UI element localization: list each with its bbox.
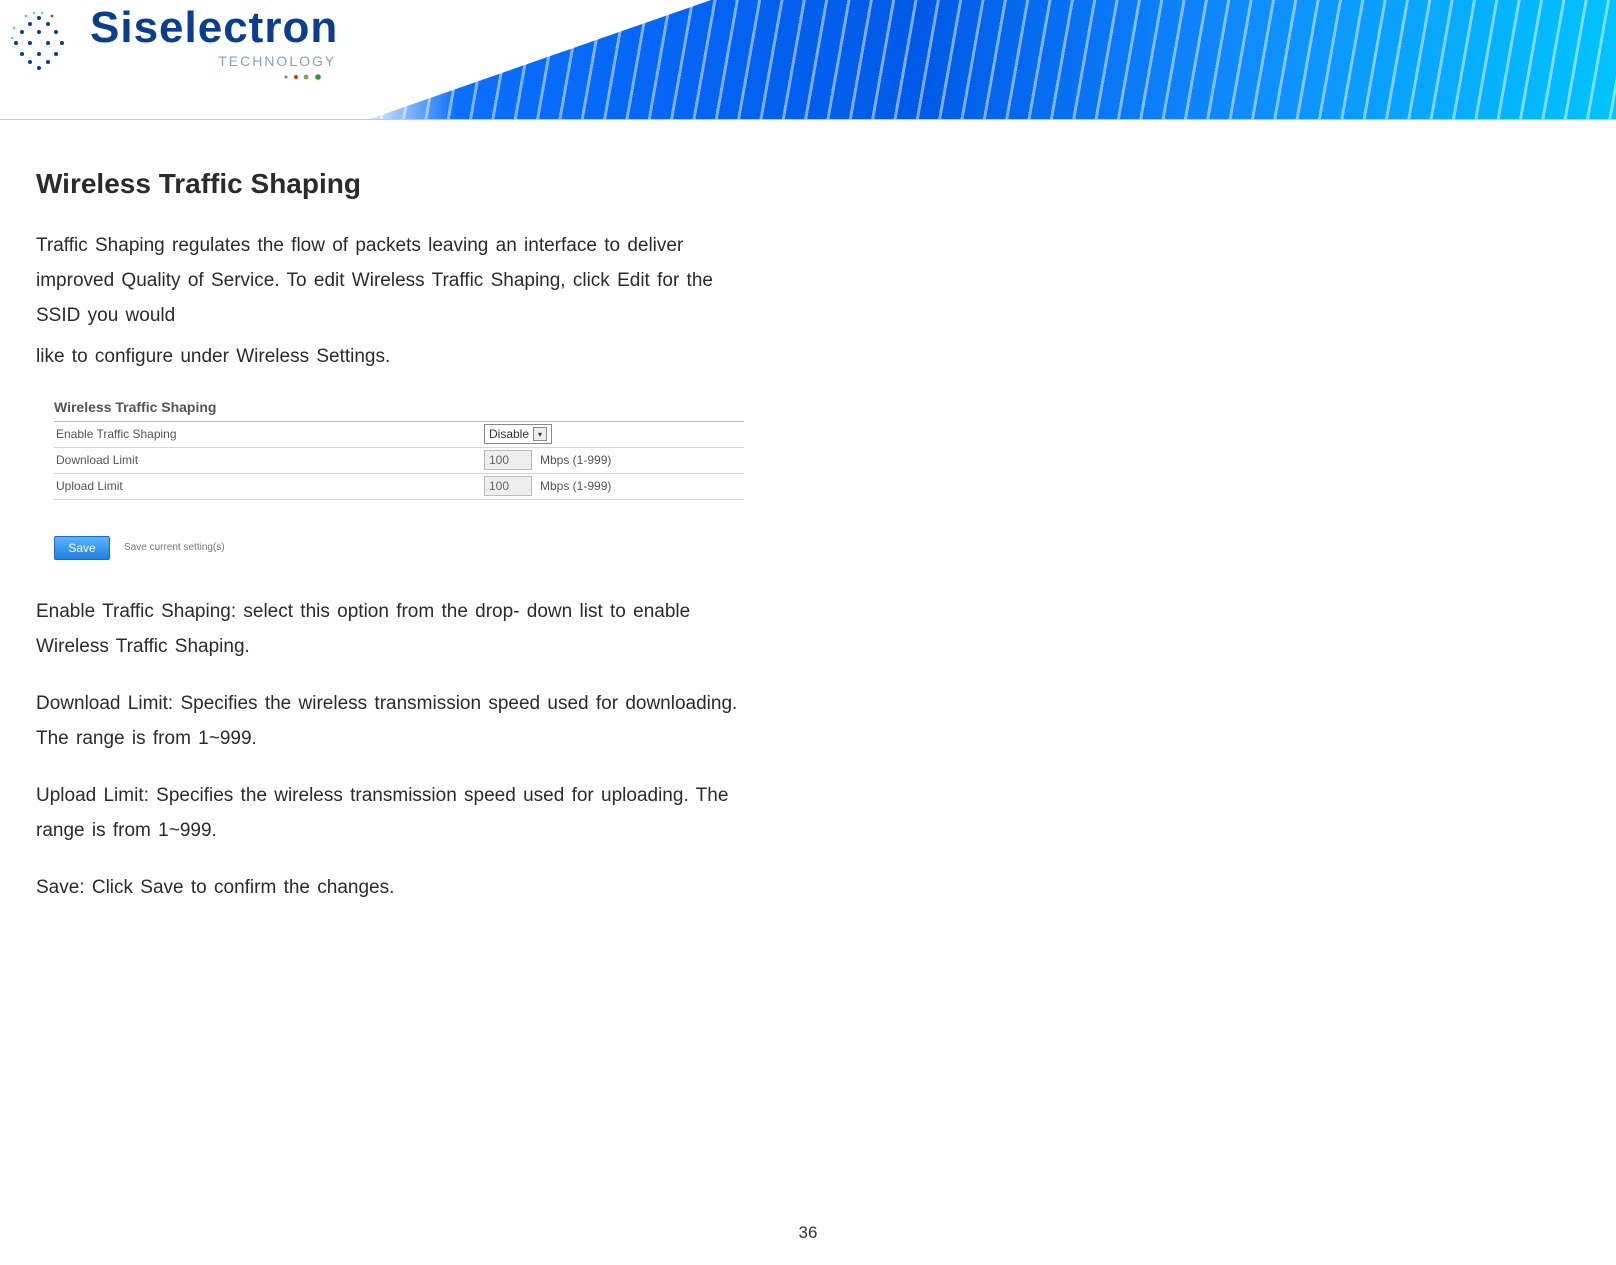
download-limit-input[interactable]: 100 xyxy=(484,450,532,470)
upload-limit-input[interactable]: 100 xyxy=(484,476,532,496)
def-enable: Enable Traffic Shaping: select this opti… xyxy=(36,594,760,664)
page-number: 36 xyxy=(0,1223,1616,1243)
text: . xyxy=(385,346,390,367)
save-button[interactable]: Save xyxy=(54,536,110,560)
brand-name: Siselectron xyxy=(90,6,338,50)
text: regulates xyxy=(172,235,250,256)
intro-paragraph-1: Traffic Shaping regulates the flow of pa… xyxy=(36,228,760,333)
text: the flow of packets leaving xyxy=(250,235,495,256)
brand-dots-icon xyxy=(278,70,338,80)
label-download: Download Limit xyxy=(54,453,484,467)
logo-globe-icon xyxy=(6,10,72,76)
download-unit-text: Mbps (1-999) xyxy=(540,453,611,467)
def-save: Save: Click Save to confirm the changes. xyxy=(36,870,760,905)
text: SSID xyxy=(36,305,80,326)
text: Wireless Settings xyxy=(236,346,385,367)
main-content: Wireless Traffic Shaping Traffic Shaping… xyxy=(0,120,760,906)
page-title: Wireless Traffic Shaping xyxy=(36,168,760,200)
def-upload: Upload Limit: Specifies the wireless tra… xyxy=(36,778,760,848)
text: you would xyxy=(80,305,175,326)
brand-subtitle: TECHNOLOGY xyxy=(218,54,336,68)
save-row: Save Save current setting(s) xyxy=(54,536,744,560)
logo-text: Siselectron TECHNOLOGY xyxy=(90,6,338,80)
save-subtext: Save current setting(s) xyxy=(124,542,225,553)
chevron-down-icon: ▾ xyxy=(533,427,547,441)
label-upload: Upload Limit xyxy=(54,479,484,493)
def-download: Download Limit: Specifies the wireless t… xyxy=(36,686,760,756)
header-banner: Siselectron TECHNOLOGY xyxy=(0,0,1616,120)
row-download-limit: Download Limit 100 Mbps (1-999) xyxy=(54,448,744,474)
intro-paragraph-2: like to configure under Wireless Setting… xyxy=(36,339,760,374)
text: like to configure under xyxy=(36,346,236,367)
settings-section-title: Wireless Traffic Shaping xyxy=(54,399,744,422)
text: Wireless Traffic Shaping, click Edit for… xyxy=(345,270,713,291)
settings-screenshot: Wireless Traffic Shaping Enable Traffic … xyxy=(54,399,744,560)
logo: Siselectron TECHNOLOGY xyxy=(6,6,338,80)
definitions: Enable Traffic Shaping: select this opti… xyxy=(36,594,760,906)
text: an interface xyxy=(496,235,597,256)
upload-unit-text: Mbps (1-999) xyxy=(540,479,611,493)
select-value: Disable xyxy=(489,427,529,441)
text: Traffic Shaping xyxy=(36,235,172,256)
label-enable: Enable Traffic Shaping xyxy=(54,427,484,441)
row-upload-limit: Upload Limit 100 Mbps (1-999) xyxy=(54,474,744,500)
row-enable-traffic-shaping: Enable Traffic Shaping Disable ▾ xyxy=(54,422,744,448)
enable-traffic-shaping-select[interactable]: Disable ▾ xyxy=(484,424,552,444)
text: edit xyxy=(314,270,345,291)
